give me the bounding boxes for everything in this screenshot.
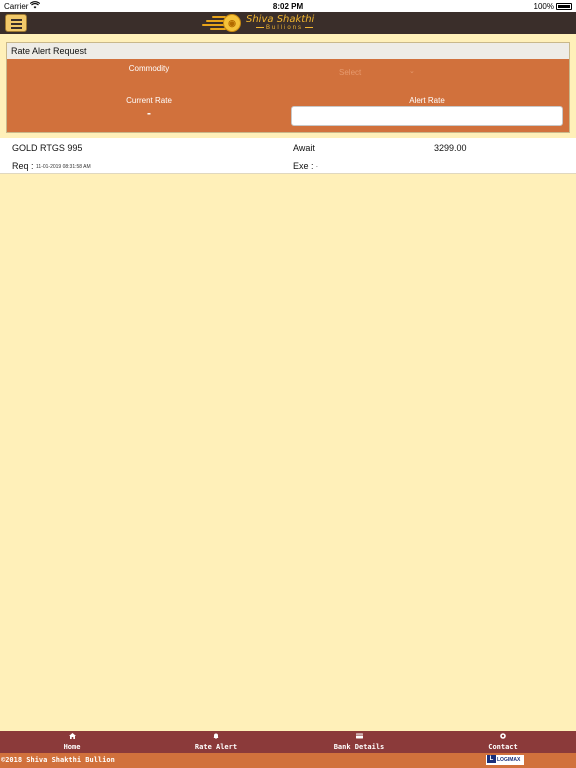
vendor-mark-icon: L bbox=[487, 755, 496, 763]
alert-rate-label: Alert Rate bbox=[409, 96, 445, 105]
brand-subtitle: Bullions bbox=[254, 25, 315, 31]
commodity-select-value: Select bbox=[339, 68, 362, 77]
battery-icon bbox=[556, 3, 572, 10]
alert-rate: 3299.00 bbox=[434, 143, 467, 153]
status-bar: Carrier 8:02 PM 100% bbox=[0, 0, 576, 12]
tab-rate-alert[interactable]: Rate Alert bbox=[166, 731, 266, 753]
tab-home-label: Home bbox=[63, 743, 81, 751]
alert-status: Await bbox=[293, 143, 315, 153]
home-icon bbox=[22, 733, 122, 743]
request-label: Req : bbox=[12, 161, 34, 171]
commodity-select[interactable]: Select ⌄ bbox=[339, 68, 415, 77]
rate-alert-form: Rate Alert Request Commodity Select ⌄ Cu… bbox=[6, 42, 570, 133]
vendor-logo[interactable]: L LOGIMAX bbox=[486, 755, 524, 765]
current-rate-value: - bbox=[147, 106, 151, 120]
alert-commodity: GOLD RTGS 995 bbox=[12, 143, 83, 153]
contact-icon bbox=[453, 733, 553, 743]
menu-button[interactable] bbox=[5, 14, 27, 32]
current-rate-label: Current Rate bbox=[126, 96, 172, 105]
brand-logo: ◉ Shiva Shakthi Bullions bbox=[200, 12, 320, 34]
commodity-label: Commodity bbox=[128, 64, 170, 73]
list-item[interactable]: GOLD RTGS 995 Await 3299.00 Req : 11-01-… bbox=[0, 138, 576, 174]
bell-icon bbox=[166, 733, 266, 743]
battery-percent: 100% bbox=[533, 2, 554, 11]
tab-home[interactable]: Home bbox=[22, 731, 122, 753]
bank-icon bbox=[309, 733, 409, 743]
alert-rate-input[interactable] bbox=[291, 106, 563, 126]
request-timestamp: 11-01-2019 08:31:58 AM bbox=[36, 164, 91, 170]
tab-bar: Home Rate Alert Bank Details Contact bbox=[0, 731, 576, 753]
footer: ©2018 Shiva Shakthi Bullion L LOGIMAX bbox=[0, 753, 576, 768]
hamburger-icon bbox=[11, 19, 22, 21]
executed-value: - bbox=[316, 164, 318, 170]
executed-label: Exe : bbox=[293, 161, 314, 171]
tab-rate-alert-label: Rate Alert bbox=[194, 743, 238, 751]
chevron-down-icon: ⌄ bbox=[409, 68, 415, 75]
vendor-name: LOGIMAX bbox=[497, 757, 521, 763]
tab-bank-details[interactable]: Bank Details bbox=[309, 731, 409, 753]
tab-contact[interactable]: Contact bbox=[453, 731, 553, 753]
copyright-text: ©2018 Shiva Shakthi Bullion bbox=[1, 756, 115, 764]
tab-bank-details-label: Bank Details bbox=[333, 743, 385, 751]
coin-icon: ◉ bbox=[223, 14, 241, 32]
clock-time: 8:02 PM bbox=[272, 2, 304, 11]
tab-contact-label: Contact bbox=[488, 743, 518, 751]
form-title: Rate Alert Request bbox=[7, 43, 569, 59]
brand-name: Shiva Shakthi bbox=[246, 14, 315, 25]
